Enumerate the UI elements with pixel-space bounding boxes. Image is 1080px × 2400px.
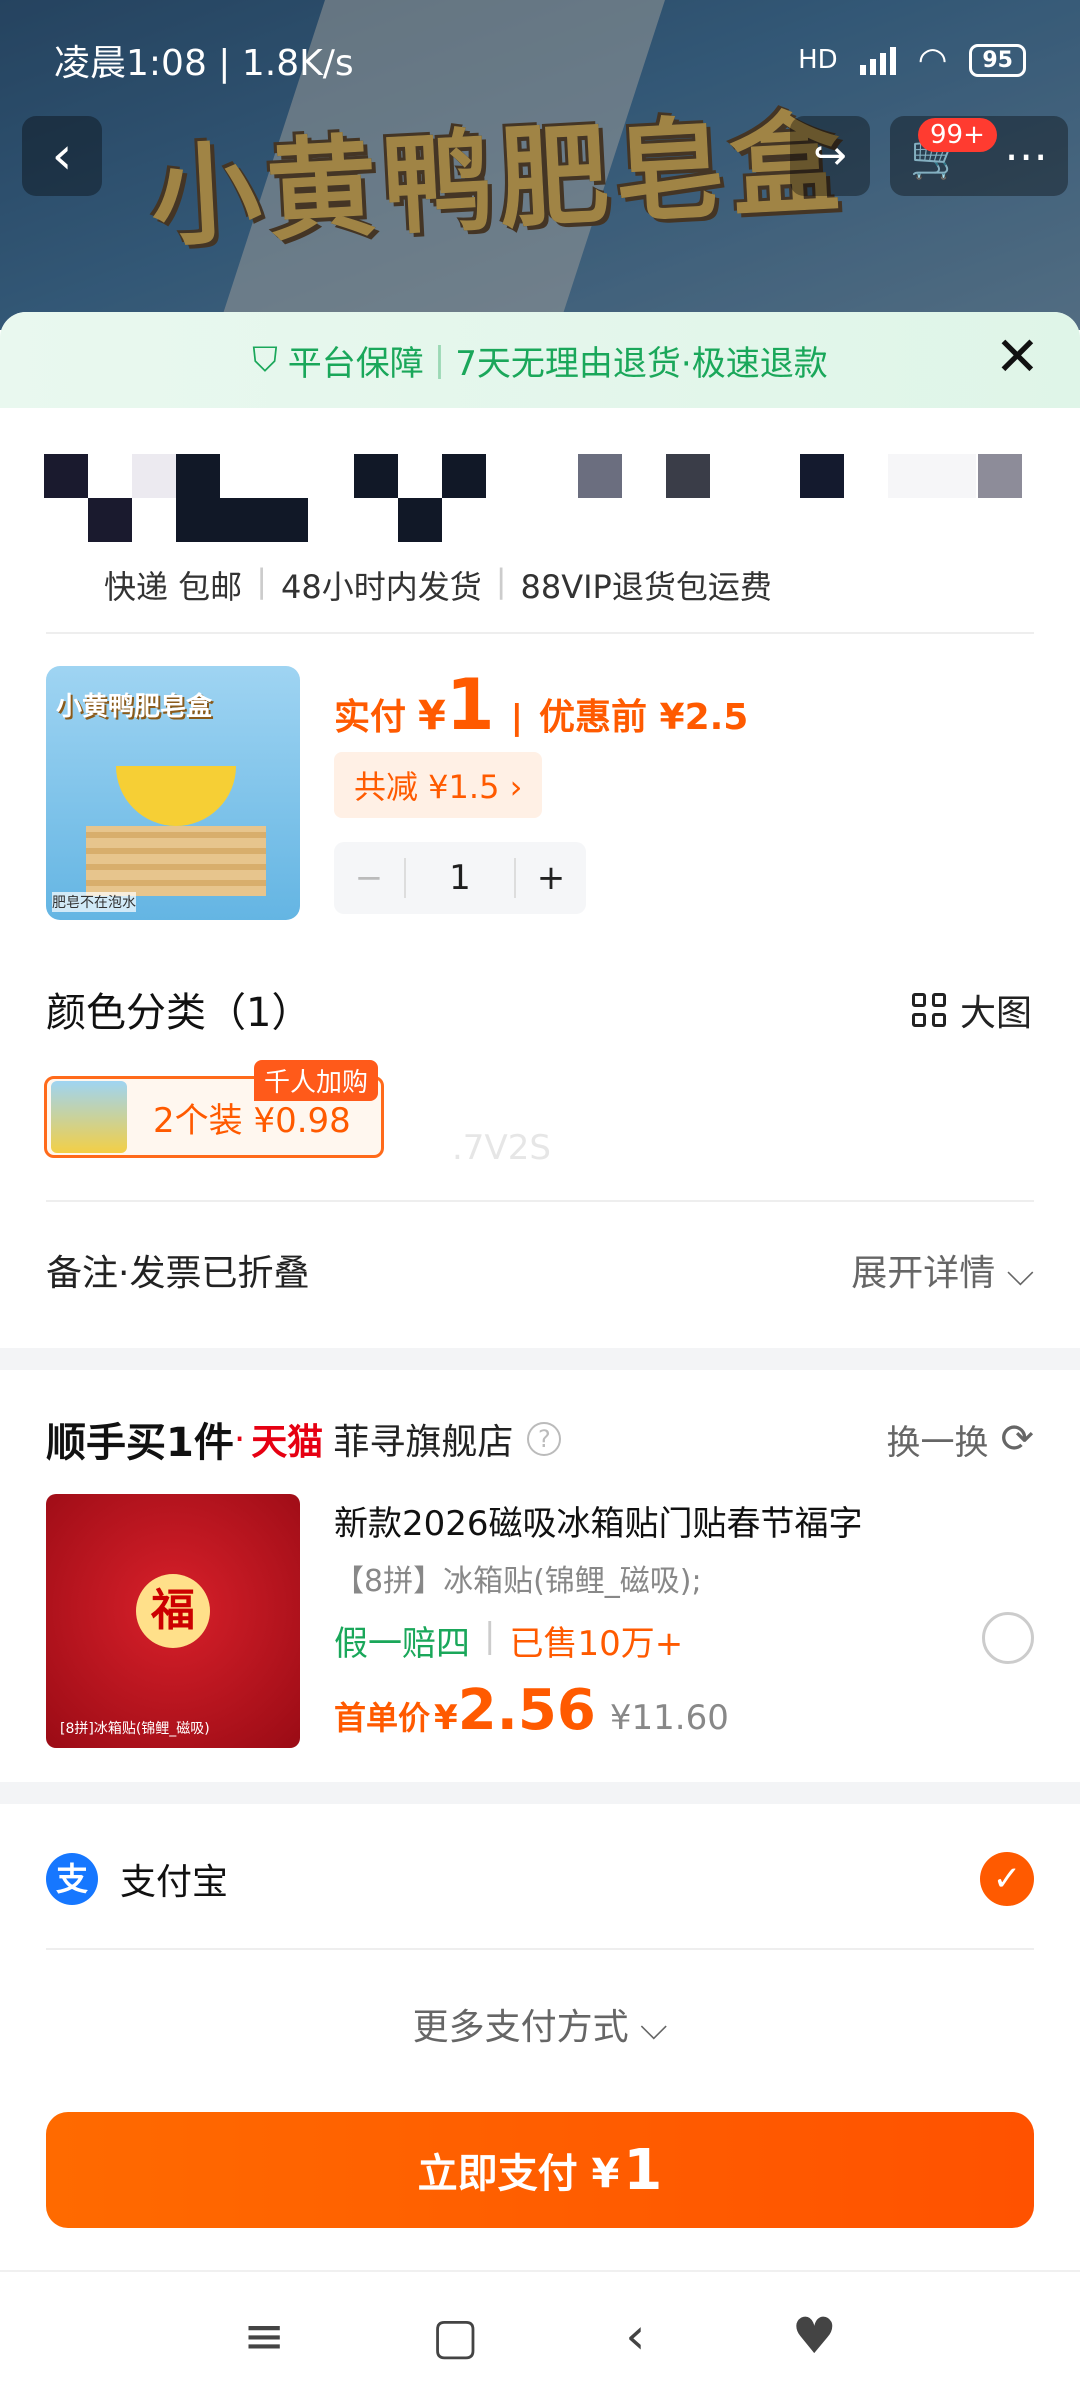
section-separator <box>0 1782 1080 1804</box>
currency-symbol: ¥ <box>418 693 446 739</box>
heading-dot: · <box>233 1418 246 1460</box>
pay-now-button[interactable]: 立即支付 ¥ 1 <box>46 2112 1034 2228</box>
section-separator <box>0 1348 1080 1370</box>
buy-along-title: 顺手买1件 · 天猫 菲寻旗舰店 ? <box>46 1410 562 1468</box>
quantity-value[interactable]: 1 <box>404 858 516 898</box>
status-icons: HD ◠ 95 <box>798 40 1026 80</box>
shipping-tag: 快递 包邮 <box>104 568 243 606</box>
guarantee-return-policy: 7天无理由退货·极速退款 <box>455 343 828 384</box>
product-image[interactable]: 小黄鸭肥皂盒 肥皂不在泡水 <box>46 666 300 920</box>
variant-thumbnail <box>51 1081 127 1153</box>
guarantee-divider: | <box>433 340 446 380</box>
more-payment-methods[interactable]: 更多支付方式 ⌵ <box>0 1998 1080 2050</box>
tag-divider: | <box>256 562 267 600</box>
address-redacted[interactable] <box>0 432 1080 542</box>
soap-base <box>86 826 266 896</box>
first-order-label: 首单价 <box>334 1699 431 1737</box>
tmall-logo: 天猫 <box>251 1422 324 1463</box>
discount-tag[interactable]: 共减 ¥1.5 › <box>334 752 543 818</box>
status-bar: 凌晨1:08 | 1.8K/s HD ◠ 95 <box>0 0 1080 120</box>
sticker-image-caption: [8拼]冰箱贴(锦鲤_磁吸) <box>60 1721 210 1737</box>
product-image-label: 小黄鸭肥皂盒 <box>56 692 213 722</box>
divider <box>46 632 1034 634</box>
shipping-tags: 快递 包邮 | 48小时内发货 | 88VIP退货包运费 <box>104 562 772 608</box>
color-category-title: 颜色分类（1） <box>46 990 312 1036</box>
pay-button-label: 立即支付 ¥ <box>417 2151 620 2197</box>
buy-along-header: 顺手买1件 · 天猫 菲寻旗舰店 ? 换一换 ⟳ <box>46 1410 1034 1468</box>
increase-button[interactable]: + <box>516 858 586 898</box>
guarantee-banner: ⛉ 平台保障 | 7天无理由退货·极速退款 ✕ <box>0 312 1080 408</box>
cart-badge: 99+ <box>918 118 997 152</box>
store-name[interactable]: 菲寻旗舰店 <box>333 1413 513 1465</box>
more-icon[interactable]: ⋯ <box>1004 131 1048 182</box>
remarks-label: 备注·发票已折叠 <box>46 1253 310 1294</box>
original-price: 优惠前 ¥2.5 <box>539 697 749 738</box>
share-button[interactable]: ↪ <box>790 116 870 196</box>
swap-label: 换一换 <box>886 1422 989 1463</box>
addon-price: 首单价 ¥ 2.56 ¥11.60 <box>334 1678 729 1743</box>
back-icon[interactable]: ‹ <box>625 2307 645 2365</box>
fu-character: 福 <box>136 1574 210 1648</box>
swap-button[interactable]: 换一换 ⟳ <box>886 1415 1034 1464</box>
divider <box>46 1948 1034 1950</box>
signal-icon <box>859 45 896 75</box>
menu-icon[interactable]: ≡ <box>243 2307 285 2365</box>
hd-label: HD <box>798 45 838 75</box>
buy-along-heading: 顺手买1件 <box>46 1420 234 1466</box>
paid-amount: 1 <box>445 664 495 746</box>
watermark-text: .7V2S <box>452 1128 551 1168</box>
alipay-icon: 支 <box>46 1853 98 1905</box>
addon-select-radio[interactable] <box>982 1612 1034 1664</box>
payment-method-label: 支付宝 <box>120 1862 229 1903</box>
guarantee-tag: 假一赔四 <box>334 1624 470 1664</box>
price-divider: | <box>510 698 523 738</box>
big-picture-toggle[interactable]: 大图 <box>911 984 1032 1036</box>
check-icon[interactable]: ✓ <box>980 1852 1034 1906</box>
variant-badge: 千人加购 <box>254 1060 379 1101</box>
pay-button-amount: 1 <box>623 2137 663 2203</box>
share-icon: ↪ <box>813 133 847 179</box>
addon-title[interactable]: 新款2026磁吸冰箱贴门贴春节福字 <box>334 1496 863 1545</box>
shipping-tag: 88VIP退货包运费 <box>520 568 772 606</box>
addon-price-value: 2.56 <box>457 1678 596 1743</box>
quantity-stepper: − 1 + <box>334 842 586 914</box>
tag-divider: | <box>484 1616 496 1656</box>
shipping-tag: 48小时内发货 <box>280 568 482 606</box>
system-nav-bar: ≡ ▢ ‹ ♥ <box>0 2270 1080 2400</box>
assistant-icon[interactable]: ♥ <box>792 2307 837 2365</box>
guarantee-label: 平台保障 <box>287 343 424 384</box>
price-line: 实付 ¥ 1 | 优惠前 ¥2.5 <box>334 670 748 740</box>
close-icon[interactable]: ✕ <box>995 330 1040 384</box>
grid-icon <box>911 993 946 1027</box>
decrease-button[interactable]: − <box>334 858 404 898</box>
shield-icon: ⛉ <box>252 340 278 380</box>
refresh-icon: ⟳ <box>1000 1416 1034 1462</box>
product-image-note: 肥皂不在泡水 <box>52 892 136 912</box>
back-button[interactable]: ‹ <box>22 116 102 196</box>
remarks-row[interactable]: 备注·发票已折叠 展开详情 ⌵ <box>46 1244 1034 1296</box>
alipay-option[interactable]: 支 支付宝 ✓ <box>46 1852 1034 1906</box>
addon-tags: 假一赔四 | 已售10万+ <box>334 1616 683 1665</box>
currency-symbol: ¥ <box>434 1698 458 1738</box>
divider <box>46 1200 1034 1202</box>
wifi-icon: ◠ <box>917 40 948 80</box>
tag-divider: | <box>495 562 507 600</box>
big-picture-label: 大图 <box>959 993 1032 1034</box>
battery-icon: 95 <box>969 43 1026 77</box>
addon-spec: 【8拼】冰箱贴(锦鲤_磁吸); <box>334 1564 702 1599</box>
duck-soap-dish <box>116 766 236 826</box>
addon-old-price: ¥11.60 <box>609 1698 729 1738</box>
sticker-product-image[interactable]: 福 [8拼]冰箱贴(锦鲤_磁吸) <box>46 1494 300 1748</box>
expand-details[interactable]: 展开详情 ⌵ <box>851 1244 1034 1296</box>
home-icon[interactable]: ▢ <box>432 2307 479 2365</box>
sold-count: 已售10万+ <box>509 1624 684 1664</box>
paid-label: 实付 <box>334 697 407 738</box>
status-time: 凌晨1:08 | 1.8K/s <box>54 43 354 84</box>
chevron-left-icon: ‹ <box>51 126 73 186</box>
alipay-label-group: 支 支付宝 <box>46 1853 228 1905</box>
help-icon[interactable]: ? <box>527 1422 562 1456</box>
